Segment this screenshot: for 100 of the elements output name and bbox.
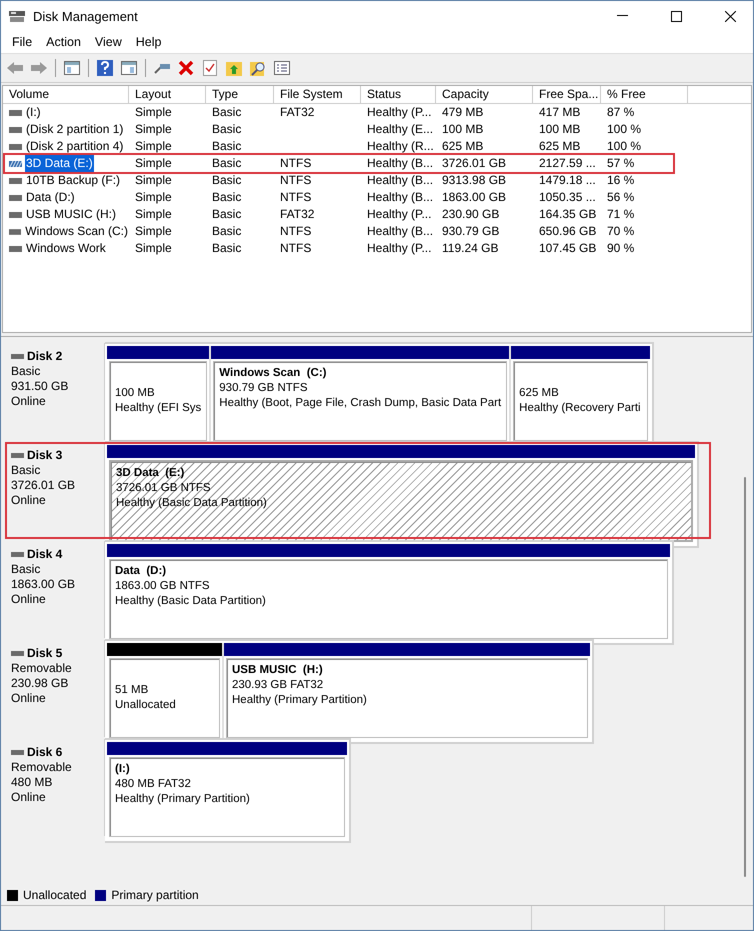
disk-size: 931.50 GB (11, 379, 70, 394)
table-cell-text: 9313.98 GB (441, 172, 508, 189)
table-cell-text: 930.79 GB (441, 223, 500, 240)
partition-name: (I:) (115, 762, 131, 777)
scrollbar[interactable] (744, 477, 746, 877)
table-cell-text: NTFS (279, 240, 312, 257)
partition-info: Healthy (Basic Data Partition) (116, 496, 268, 511)
partition[interactable]: 100 MB Healthy (EFI Sys (109, 361, 208, 441)
disk-type: Basic (11, 463, 42, 478)
table-cell-text: 625 MB (538, 138, 582, 155)
properties-button[interactable] (200, 58, 220, 78)
disk-size: 230.98 GB (11, 676, 70, 691)
table-cell-text: FAT32 (279, 104, 316, 121)
table-cell-text: Basic (211, 172, 242, 189)
partition-name: 3D Data (E:) (116, 466, 186, 481)
partition-info: 1863.00 GB NTFS (115, 579, 211, 594)
volume-name[interactable]: USB MUSIC (H:) (25, 206, 117, 223)
disk-type: Removable (11, 661, 73, 676)
volume-name[interactable]: Windows Scan (C:) (24, 223, 129, 240)
disk-name: Disk 6 (11, 745, 104, 760)
partition-info: 480 MB FAT32 (115, 777, 192, 792)
legend-label: Primary partition (111, 888, 199, 902)
table-cell-text: 56 % (606, 189, 636, 206)
table-cell-text: 16 % (606, 172, 636, 189)
table-cell-text: 479 MB (441, 104, 484, 121)
volume-name[interactable]: (I:) (25, 104, 42, 121)
menu-item[interactable]: File (5, 35, 40, 49)
partition[interactable]: Windows Scan (C:) 930.79 GB NTFS Healthy (Boot, Page File, Crash Dump, Basic Data Part (213, 361, 508, 441)
table-cell-text: Basic (211, 223, 242, 240)
disk-type: Basic (11, 562, 42, 577)
table-cell-text: Simple (134, 121, 173, 138)
volume-name[interactable]: Data (D:) (25, 189, 76, 206)
table-cell-text: Healthy (P... (366, 206, 432, 223)
menu-item[interactable]: Action (39, 35, 88, 49)
column-header[interactable]: Status (361, 86, 436, 103)
window-title: Disk Management (33, 8, 139, 24)
volume-name[interactable]: (Disk 2 partition 1) (25, 121, 124, 138)
table-cell-text: Basic (211, 138, 242, 155)
table-cell-text: 119.24 GB (441, 240, 500, 257)
partition-info: 625 MB (519, 386, 560, 401)
table-cell-text: NTFS (279, 155, 312, 172)
partition-info: Healthy (Recovery Parti (519, 401, 642, 416)
delete-button[interactable] (176, 58, 196, 78)
table-cell-text: 164.35 GB (538, 206, 598, 223)
volume-name[interactable]: Windows Work (25, 240, 107, 257)
console-tree-button[interactable] (62, 58, 82, 78)
partition-name: Data (D:) (115, 564, 168, 579)
column-header[interactable]: Volume (3, 86, 129, 103)
disk-name: Disk 2 (11, 349, 104, 364)
partition[interactable]: Data (D:) 1863.00 GB NTFS Healthy (Basic Data Partition) (109, 559, 668, 639)
column-header[interactable]: Free Spa... (533, 86, 601, 103)
volume-name[interactable]: (Disk 2 partition 4) (25, 138, 124, 155)
table-cell-text: 100 % (606, 138, 642, 155)
column-header[interactable]: Layout (129, 86, 206, 103)
table-cell-text: Healthy (B... (366, 189, 434, 206)
table-cell-text: Healthy (E... (366, 121, 434, 138)
table-cell-text: 100 % (606, 121, 642, 138)
list-icon[interactable] (272, 58, 292, 78)
partition[interactable]: USB MUSIC (H:) 230.93 GB FAT32 Healthy (Primary Partition) (226, 658, 588, 738)
partition-info: Healthy (Boot, Page File, Crash Dump, Basic Data Part (219, 396, 502, 411)
table-cell-text: 3726.01 GB (441, 155, 508, 172)
disk-icon (9, 160, 22, 166)
partition[interactable]: 3D Data (E:) 3726.01 GB NTFS Healthy (Basic Data Partition) (109, 460, 693, 542)
partition[interactable]: 625 MB Healthy (Recovery Parti (513, 361, 648, 441)
partition[interactable]: (I:) 480 MB FAT32 Healthy (Primary Partition) (109, 757, 345, 837)
table-cell-text: Healthy (P... (366, 240, 432, 257)
volume-name[interactable]: 3D Data (E:) (25, 155, 94, 172)
partition-info: Healthy (Primary Partition) (115, 792, 251, 807)
table-cell-text: Healthy (P... (366, 104, 432, 121)
table-cell-text: FAT32 (279, 206, 316, 223)
action-pane-button[interactable] (119, 58, 139, 78)
disk-size: 480 MB (11, 775, 54, 790)
table-cell-text: NTFS (279, 223, 312, 240)
disk-drive-icon (9, 9, 25, 23)
help-button[interactable] (95, 58, 115, 78)
disk-name: Disk 4 (11, 547, 104, 562)
partition-info: Healthy (Primary Partition) (232, 693, 368, 708)
table-cell-text: 650.96 GB (538, 223, 598, 240)
table-cell-text: 87 % (606, 104, 636, 121)
table-cell-text: Simple (134, 240, 173, 257)
column-header[interactable]: Type (206, 86, 274, 103)
table-cell-text: 1050.35 ... (538, 189, 597, 206)
table-cell-text: Basic (211, 155, 242, 172)
table-cell-text: Simple (134, 155, 173, 172)
table-cell-text: 57 % (606, 155, 636, 172)
table-cell-text: 107.45 GB (538, 240, 598, 257)
volume-name[interactable]: 10TB Backup (F:) (25, 172, 122, 189)
table-cell-text: 71 % (606, 206, 636, 223)
partition-info: Healthy (Basic Data Partition) (115, 594, 267, 609)
partition-info: 930.79 GB NTFS (219, 381, 308, 396)
partition-name: USB MUSIC (H:) (232, 663, 324, 678)
column-header[interactable]: File System (274, 86, 361, 103)
column-header[interactable]: Capacity (436, 86, 533, 103)
menu-item[interactable]: View (88, 35, 129, 49)
table-cell-text: Simple (134, 206, 173, 223)
menu-item[interactable]: Help (128, 35, 168, 49)
table-cell-text: 625 MB (441, 138, 484, 155)
column-header[interactable]: % Free (601, 86, 688, 103)
partition[interactable]: 51 MB Unallocated (109, 658, 220, 738)
partition-name: Windows Scan (C:) (219, 366, 328, 381)
